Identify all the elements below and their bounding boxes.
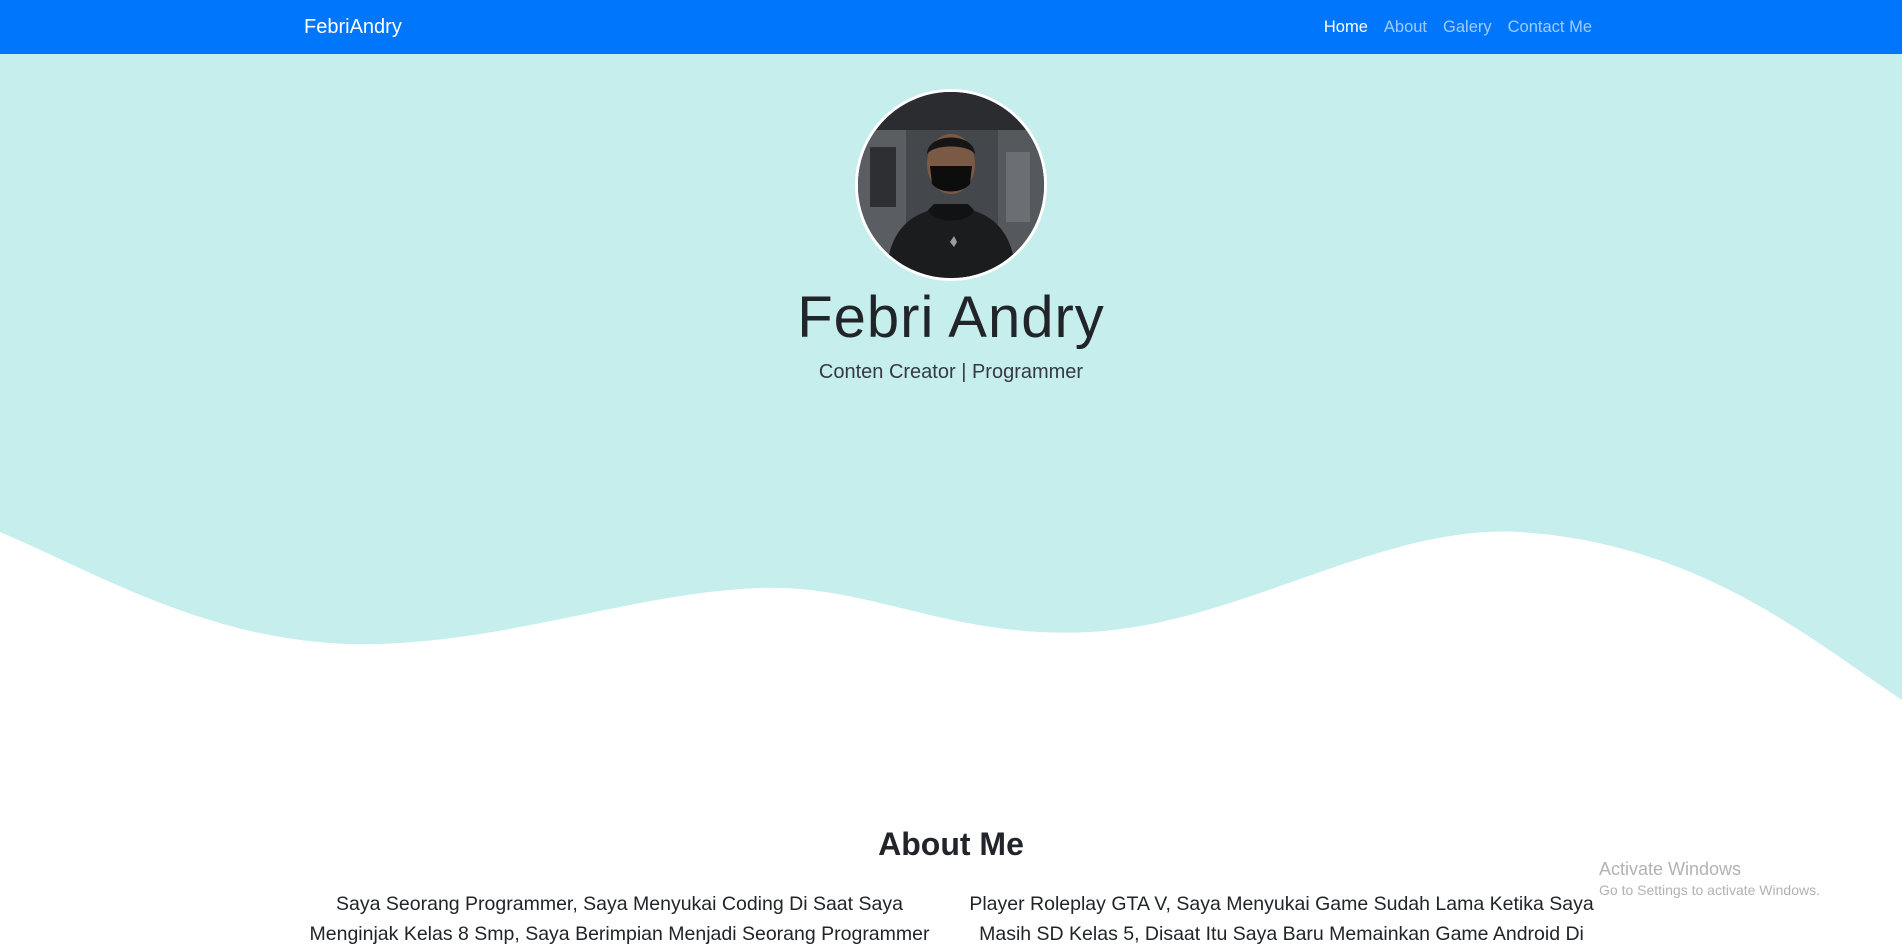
hero-subtitle: Conten Creator | Programmer: [818, 361, 1084, 383]
profile-photo-icon: [858, 92, 1044, 278]
windows-activation-watermark: Activate Windows Go to Settings to activ…: [1599, 858, 1820, 900]
watermark-title: Activate Windows: [1599, 859, 1742, 879]
navbar: FebriAndry Home About Galery Contact Me: [0, 0, 1902, 54]
nav-link-about[interactable]: About: [1384, 18, 1427, 37]
nav-link-galery[interactable]: Galery: [1443, 18, 1492, 37]
profile-avatar: [855, 89, 1047, 281]
watermark-subtitle: Go to Settings to activate Windows.: [1599, 882, 1820, 898]
nav-links: Home About Galery Contact Me: [1324, 0, 1592, 54]
hero-section: Febri Andry Conten Creator | Programmer: [0, 54, 1902, 704]
hero-name: Febri Andry: [797, 285, 1105, 350]
nav-link-home[interactable]: Home: [1324, 18, 1368, 37]
nav-link-contact[interactable]: Contact Me: [1508, 18, 1592, 37]
about-text-right: Player Roleplay GTA V, Saya Menyukai Gam…: [969, 893, 1594, 945]
brand-link[interactable]: FebriAndry: [304, 0, 402, 54]
about-text-left: Saya Seorang Programmer, Saya Menyukai C…: [309, 893, 930, 945]
